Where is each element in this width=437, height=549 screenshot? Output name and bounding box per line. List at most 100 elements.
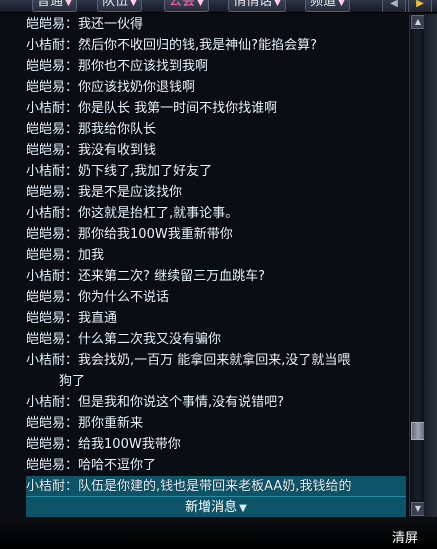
chat-message: 皑皑易：加我 [26, 245, 406, 266]
tab-guild[interactable]: 公会 ▼ [164, 0, 209, 12]
message-sender[interactable]: 皑皑易 [26, 227, 65, 242]
new-message-button[interactable]: 新增消息 ▼ [26, 496, 406, 518]
tab-label: 悄悄话 [233, 0, 273, 9]
message-text: 你是队长 我第一时间不找你找谁啊 [78, 101, 278, 116]
message-sender[interactable]: 皑皑易 [26, 143, 65, 158]
message-text: 你应该找奶你退钱啊 [78, 80, 196, 95]
message-sender[interactable]: 皑皑易 [26, 248, 65, 263]
tab-label: 公会 [169, 0, 196, 9]
chat-message: 皑皑易：我还一伙得 [26, 14, 406, 35]
tab-team[interactable]: 队伍 ▼ [97, 0, 142, 12]
message-sender[interactable]: 小桔耐 [26, 38, 65, 53]
sender-separator: ： [65, 143, 79, 158]
message-text: 那你给我100W我重新带你 [78, 227, 233, 242]
message-text: 奶下线了,我加了好友了 [78, 164, 213, 179]
message-sender[interactable]: 小桔耐 [26, 395, 65, 410]
chat-message: 小桔耐：你是队长 我第一时间不找你找谁啊 [26, 98, 406, 119]
message-text: 那我给你队长 [78, 122, 157, 137]
message-sender[interactable]: 皑皑易 [26, 122, 65, 137]
message-sender[interactable]: 皑皑易 [26, 290, 65, 305]
message-sender[interactable]: 皑皑易 [26, 185, 65, 200]
tab-normal[interactable]: 普通 ▼ [32, 0, 77, 12]
chat-message: 皑皑易：我直通 [26, 308, 406, 329]
message-sender[interactable]: 皑皑易 [26, 437, 65, 452]
scroll-thumb[interactable] [411, 422, 425, 440]
sender-separator: ： [65, 227, 79, 242]
caret-down-icon: ▼ [65, 0, 72, 8]
chat-log: 皑皑易：我还一伙得 小桔耐：然后你不收回归的钱,我是神仙?能掐会算? 皑皑易：那你也… [26, 14, 406, 504]
arrow-down-icon: ▼ [239, 503, 247, 514]
message-sender[interactable]: 皑皑易 [26, 17, 65, 32]
message-text: 那你重新来 [78, 416, 144, 431]
message-sender[interactable]: 皑皑易 [26, 416, 65, 431]
tab-channel[interactable]: 频道 ▼ [305, 0, 350, 12]
chat-message: 皑皑易：我没有收到钱 [26, 140, 406, 161]
clear-screen-button[interactable]: 清屏 [392, 531, 418, 547]
sender-separator: ： [65, 206, 79, 221]
message-text: 但是我和你说这个事情,没有说错吧? [78, 395, 285, 410]
chat-message: 皑皑易：你为什么不说话 [26, 287, 406, 308]
message-sender[interactable]: 皑皑易 [26, 311, 65, 326]
sender-separator: ： [65, 80, 79, 95]
scroll-up-icon[interactable]: ▲ [411, 15, 425, 29]
message-text: 我直通 [78, 311, 118, 326]
message-sender[interactable]: 小桔耐 [26, 269, 65, 284]
chat-message: 皑皑易：我是不是应该找你 [26, 182, 406, 203]
side-border [424, 14, 437, 517]
chat-message: 小桔耐：还来第二次? 继续留三万血跳车? [26, 266, 406, 287]
message-sender[interactable]: 皑皑易 [26, 332, 65, 347]
message-sender[interactable]: 皑皑易 [26, 80, 65, 95]
sender-separator: ： [65, 416, 79, 431]
chat-message: 小桔耐：但是我和你说这个事情,没有说错吧? [26, 392, 406, 413]
sender-separator: ： [65, 122, 79, 137]
sender-separator: ： [65, 38, 79, 53]
sender-separator: ： [65, 17, 79, 32]
sender-separator: ： [65, 59, 79, 74]
message-text: 我会找奶,一百万 能拿回来就拿回来,没了就当喂 [78, 353, 351, 368]
message-sender[interactable]: 皑皑易 [26, 458, 65, 473]
message-sender[interactable]: 小桔耐 [26, 353, 65, 368]
tab-scroll-left-icon[interactable]: ◀ [382, 0, 406, 12]
message-text: 哈哈不逗你了 [78, 458, 157, 473]
sender-separator: ： [65, 185, 79, 200]
message-text: 你这就是抬杠了,就事论事。 [78, 206, 239, 221]
chat-message: 皑皑易：什么第二次我又没有骗你 [26, 329, 406, 350]
chat-window: 普通 ▼ 队伍 ▼ 公会 ▼ 悄悄话 ▼ 频道 ▼ ◀ ▶ 皑皑易：我还一伙得 小桔耐：然后… [0, 0, 437, 549]
message-sender[interactable]: 皑皑易 [26, 59, 65, 74]
message-text: 给我100W我带你 [78, 437, 181, 452]
message-text: 加我 [78, 248, 105, 263]
message-sender[interactable]: 小桔耐 [26, 206, 65, 221]
tab-label: 队伍 [102, 0, 129, 9]
message-text: 我没有收到钱 [78, 143, 157, 158]
message-text: 你为什么不说话 [78, 290, 170, 305]
caret-down-icon: ▼ [274, 0, 281, 8]
sender-separator: ： [65, 101, 79, 116]
message-sender[interactable]: 小桔耐 [26, 101, 65, 116]
message-text: 我是不是应该找你 [78, 185, 183, 200]
chat-message-continuation: 狗了 [26, 371, 406, 392]
chat-message: 小桔耐：你这就是抬杠了,就事论事。 [26, 203, 406, 224]
message-text: 还来第二次? 继续留三万血跳车? [78, 269, 265, 284]
message-text: 我还一伙得 [78, 17, 144, 32]
chat-message: 小桔耐：队伍是你建的,钱也是带回来老板AA奶,我钱给的 [26, 476, 406, 497]
chat-message: 小桔耐：我会找奶,一百万 能拿回来就拿回来,没了就当喂 [26, 350, 406, 371]
sender-separator: ： [65, 290, 79, 305]
message-sender[interactable]: 小桔耐 [26, 479, 65, 494]
tab-whisper[interactable]: 悄悄话 ▼ [228, 0, 286, 12]
chat-message: 皑皑易：那你给我100W我重新带你 [26, 224, 406, 245]
chat-message: 皑皑易：你应该找奶你退钱啊 [26, 77, 406, 98]
chat-message: 小桔耐：然后你不收回归的钱,我是神仙?能掐会算? [26, 35, 406, 56]
scroll-down-icon[interactable]: ▼ [411, 502, 425, 516]
chat-message: 皑皑易：给我100W我带你 [26, 434, 406, 455]
sender-separator: ： [65, 458, 79, 473]
message-text: 那你也不应该找到我啊 [78, 59, 209, 74]
chat-scrollbar[interactable]: ▲ ▼ [409, 14, 425, 517]
chat-message: 皑皑易：那你重新来 [26, 413, 406, 434]
chat-message: 皑皑易：那我给你队长 [26, 119, 406, 140]
sender-separator: ： [65, 479, 79, 494]
tab-scroll-right-icon[interactable]: ▶ [408, 0, 432, 12]
message-text: 什么第二次我又没有骗你 [78, 332, 222, 347]
sender-separator: ： [65, 269, 79, 284]
message-sender[interactable]: 小桔耐 [26, 164, 65, 179]
new-message-label: 新增消息 [185, 500, 238, 515]
